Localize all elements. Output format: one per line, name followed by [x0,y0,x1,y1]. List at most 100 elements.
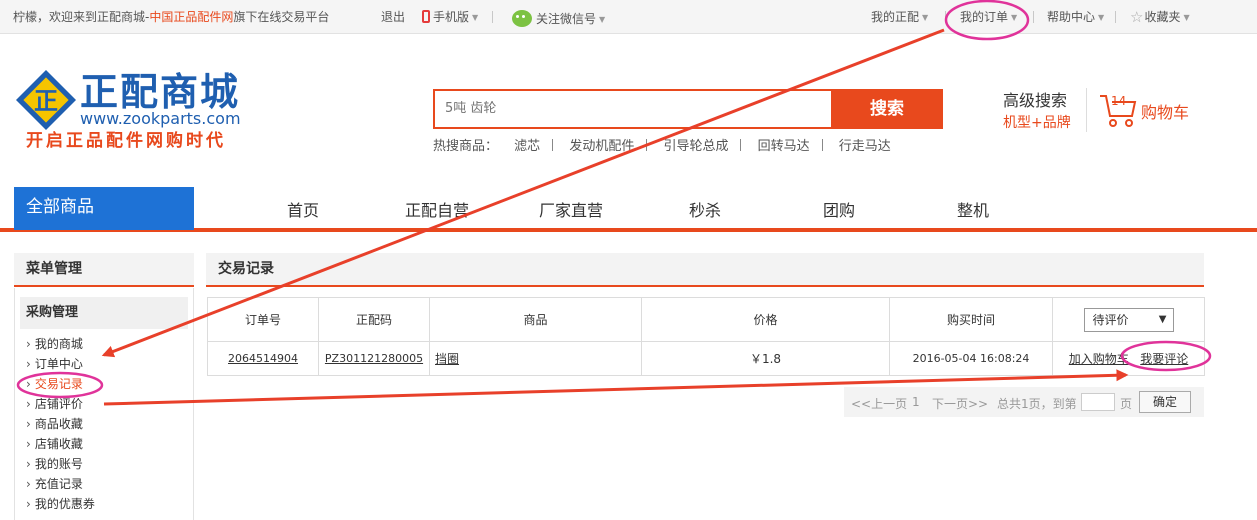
hot-search-item[interactable]: 发动机配件 [569,139,634,154]
chevron-down-icon: ▼ [1183,13,1190,22]
sidebar-item-transactions[interactable]: › 交易记录 [26,376,83,392]
page-confirm-button[interactable]: 确定 [1139,391,1191,413]
divider [1086,88,1087,132]
cell-order-no: 2064514904 [207,341,319,376]
sidebar-item-orders[interactable]: › 订单中心 [26,356,83,372]
table-row: 2064514904 PZ301121280005 挡圈 ￥1.8 2016-0… [207,341,1205,376]
column-header-order-no: 订单号 [207,297,319,342]
site-logo[interactable]: 正 正配商城 www.zookparts.com 开启正品配件网购时代 [14,68,264,158]
divider [945,11,946,23]
search-input[interactable] [445,101,815,116]
nav-item-home[interactable]: 首页 [287,197,319,221]
chevron-down-icon: ▼ [472,13,479,22]
cell-product: 挡圈 [429,341,642,376]
mobile-link[interactable]: 手机版 ▼ [422,10,478,25]
nav-item-self-operated[interactable]: 正配自营 [405,197,469,221]
cell-price: ￥1.8 [641,341,890,376]
my-orders-label: 我的订单 [960,10,1009,24]
wechat-label: 关注微信号 [536,12,597,26]
hot-search-item[interactable]: 滤芯 [514,139,540,154]
star-icon: ☆ [1130,8,1144,26]
welcome-prefix: 柠檬，欢迎来到正配商城- [13,10,150,24]
logout-link[interactable]: 退出 [381,10,405,24]
my-zhengpei-label: 我的正配 [871,10,920,24]
column-header-code: 正配码 [318,297,430,342]
divider [821,139,823,151]
code-link[interactable]: PZ301121280005 [325,352,423,365]
status-filter-select[interactable]: 待评价 ▼ [1083,307,1174,332]
help-label: 帮助中心 [1047,10,1096,24]
nav-item-machines[interactable]: 整机 [957,197,989,221]
nav-item-flash-sale[interactable]: 秒杀 [689,197,721,221]
cart-count-badge: 14 [1111,94,1127,108]
sidebar-item-label: 交易记录 [34,377,83,391]
logo-mark-icon: 正 [16,70,76,130]
sidebar-item-recharge[interactable]: › 充值记录 [26,476,83,492]
sidebar-item-product-favorites[interactable]: › 商品收藏 [26,416,83,432]
sidebar-item-label: 我的账号 [34,457,83,471]
hot-search-item[interactable]: 回转马达 [758,139,810,154]
add-to-cart-link[interactable]: 加入购物车 [1069,352,1129,366]
search-button[interactable]: 搜索 [831,89,943,129]
divider [740,139,742,151]
sidebar-item-label: 订单中心 [34,357,83,371]
favorites-link[interactable]: ☆收藏夹 ▼ [1130,10,1190,25]
chevron-down-icon: ▼ [922,13,929,22]
column-header-time: 购买时间 [889,297,1053,342]
column-header-product: 商品 [429,297,642,342]
search-box [433,89,833,129]
dropdown-arrow-icon: ▼ [1158,313,1167,325]
write-review-link[interactable]: 我要评论 [1140,352,1188,366]
logo-mark-text: 正 [34,87,58,115]
sidebar-item-store-favorites[interactable]: › 店铺收藏 [26,436,83,452]
page-number[interactable]: 1 [912,395,920,409]
divider [552,139,554,151]
prev-page-link[interactable]: <<上一页 [851,395,907,412]
nav-item-group-buy[interactable]: 团购 [823,197,855,221]
hot-search-item[interactable]: 行走马达 [839,139,891,154]
product-link[interactable]: 挡圈 [435,352,459,366]
welcome-site-link[interactable]: 中国正品配件网 [149,10,233,24]
status-filter-value: 待评价 [1092,312,1129,327]
page-title: 交易记录 [206,253,1204,287]
logo-name: 正配商城 [80,70,241,114]
sidebar-item-store-reviews[interactable]: › 店铺评价 [26,396,83,412]
my-zhengpei-link[interactable]: 我的正配 ▼ [871,10,928,25]
divider [492,11,493,23]
chevron-right-icon: › [26,377,31,391]
sidebar-group-purchase: 采购管理 [20,297,188,329]
chevron-right-icon: › [26,417,31,431]
favorites-label: 收藏夹 [1144,10,1181,24]
divider [1033,11,1034,23]
total-pages-label: 总共1页，到第 [997,397,1077,411]
chevron-down-icon: ▼ [1098,13,1105,22]
sidebar-item-label: 店铺收藏 [34,437,83,451]
page-jump-input[interactable] [1081,393,1115,411]
wechat-link[interactable]: 关注微信号 ▼ [512,10,605,27]
nav-item-factory-direct[interactable]: 厂家直营 [539,197,603,221]
help-center-link[interactable]: 帮助中心 ▼ [1047,10,1104,25]
sidebar-item-account[interactable]: › 我的账号 [26,456,83,472]
hot-search-item[interactable]: 引导轮总成 [663,139,728,154]
wechat-icon [512,10,532,27]
next-page-link[interactable]: 下一页>> [932,395,988,412]
logo-url: www.zookparts.com [80,109,241,128]
mobile-label: 手机版 [433,10,470,24]
chevron-right-icon: › [26,477,31,491]
all-categories-button[interactable]: 全部商品 [14,187,194,230]
cart-link[interactable]: 购物车 [1141,99,1189,123]
chevron-right-icon: › [26,457,31,471]
sidebar-item-my-mall[interactable]: › 我的商城 [26,336,83,352]
sidebar-item-coupons[interactable]: › 我的优惠券 [26,496,95,512]
my-orders-link[interactable]: 我的订单 ▼ [960,10,1017,25]
logo-slogan: 开启正品配件网购时代 [26,131,226,151]
chevron-down-icon: ▼ [1011,13,1018,22]
hot-search-label: 热搜商品： [433,139,499,154]
model-brand-link[interactable]: 机型+品牌 [1003,112,1071,132]
order-no-link[interactable]: 2064514904 [228,352,298,365]
chevron-right-icon: › [26,497,31,511]
advanced-search-link[interactable]: 高级搜索 [1003,87,1067,111]
cell-time: 2016-05-04 16:08:24 [889,341,1053,376]
divider [1115,11,1116,23]
welcome-text: 柠檬，欢迎来到正配商城-中国正品配件网旗下在线交易平台 [13,10,329,24]
